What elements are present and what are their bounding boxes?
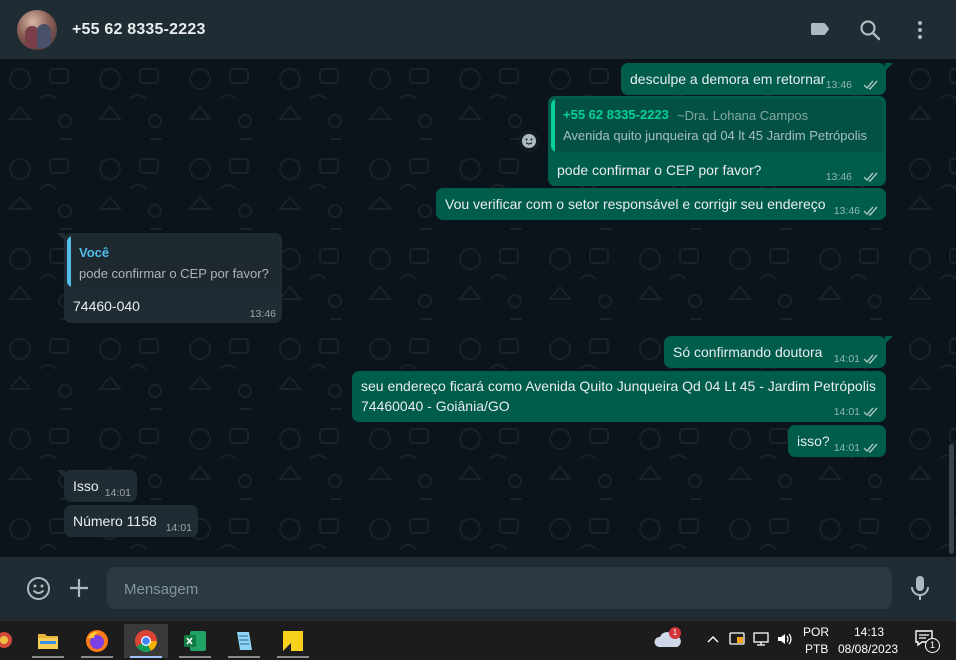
file-explorer-icon xyxy=(38,634,58,649)
language-primary[interactable]: POR xyxy=(803,625,829,639)
firefox-icon xyxy=(86,630,108,652)
notification-count: 1 xyxy=(925,638,940,653)
message-text: isso? xyxy=(797,433,830,449)
taskbar-sticky-notes[interactable] xyxy=(271,624,315,658)
quoted-author: +55 62 8335-2223 xyxy=(563,107,669,122)
message-text: pode confirmar o CEP por favor? xyxy=(557,162,762,178)
message-time: 13:46 xyxy=(825,171,852,183)
chrome-icon xyxy=(135,630,157,652)
message-time: 14:01 xyxy=(104,487,131,499)
composer-bar: Mensagem xyxy=(0,557,956,620)
message-bubble[interactable]: Isso 14:01 xyxy=(57,470,137,502)
clock-time[interactable]: 14:13 xyxy=(854,625,884,639)
message-bubble[interactable]: seu endereço ficará como Avenida Quito J… xyxy=(352,371,886,422)
windows-taskbar: 1 POR PTB 14:13 08/08/2023 1 xyxy=(0,620,956,660)
message-bubble[interactable]: +55 62 8335-2223 ~Dra. Lohana Campos Ave… xyxy=(548,96,886,186)
message-input[interactable]: Mensagem xyxy=(107,567,892,609)
message-text: Isso xyxy=(73,478,99,494)
message-text: Vou verificar com o setor responsável e … xyxy=(445,196,826,212)
tray-onedrive[interactable]: 1 xyxy=(654,627,684,653)
message-bubble[interactable]: Só confirmando doutora 14:01 xyxy=(664,336,893,368)
message-text-line-1: seu endereço ficará como Avenida Quito J… xyxy=(361,378,876,394)
partial-app-icon[interactable] xyxy=(0,629,14,651)
microphone-icon[interactable] xyxy=(910,575,930,601)
search-icon[interactable] xyxy=(858,18,882,42)
read-ticks-icon xyxy=(863,354,878,364)
read-ticks-icon xyxy=(863,443,878,453)
message-time: 14:01 xyxy=(165,522,192,534)
read-ticks-icon xyxy=(863,172,878,182)
quoted-pushname: ~Dra. Lohana Campos xyxy=(677,108,809,123)
excel-icon xyxy=(184,631,206,651)
contact-avatar[interactable] xyxy=(17,10,57,50)
smiley-icon xyxy=(522,134,536,148)
message-text: 74460-040 xyxy=(73,298,140,314)
reaction-emoji-button[interactable] xyxy=(518,130,540,152)
taskbar-firefox[interactable] xyxy=(75,624,119,658)
quoted-message[interactable]: Você pode confirmar o CEP por favor? xyxy=(67,236,279,287)
quoted-text: pode confirmar o CEP por favor? xyxy=(79,266,269,281)
contact-name[interactable]: +55 62 8335-2223 xyxy=(72,21,206,39)
read-ticks-icon xyxy=(863,407,878,417)
message-time: 13:46 xyxy=(825,79,852,91)
taskbar-excel[interactable] xyxy=(173,624,217,658)
message-bubble[interactable]: Vou verificar com o setor responsável e … xyxy=(436,188,886,220)
message-text: Número 1158 xyxy=(73,513,157,529)
network-icon[interactable] xyxy=(752,631,770,647)
message-text-line-2: 74460040 - Goiânia/GO xyxy=(361,398,510,414)
message-bubble[interactable]: Número 1158 14:01 xyxy=(64,505,198,537)
read-ticks-icon xyxy=(863,80,878,90)
more-vertical-icon[interactable] xyxy=(908,18,932,42)
volume-icon[interactable] xyxy=(776,631,794,647)
message-list[interactable]: desculpe a demora em retornar 13:46 +55 … xyxy=(0,59,956,557)
message-time: 13:46 xyxy=(249,308,276,320)
chat-header: +55 62 8335-2223 xyxy=(0,0,956,59)
chevron-up-icon[interactable] xyxy=(706,633,720,645)
clock-date[interactable]: 08/08/2023 xyxy=(838,642,898,656)
message-text: desculpe a demora em retornar xyxy=(630,71,826,87)
message-bubble[interactable]: desculpe a demora em retornar 13:46 xyxy=(621,63,893,95)
label-icon[interactable] xyxy=(808,18,832,42)
read-ticks-icon xyxy=(863,206,878,216)
quoted-message[interactable]: +55 62 8335-2223 ~Dra. Lohana Campos Ave… xyxy=(551,99,883,152)
message-bubble[interactable]: Você pode confirmar o CEP por favor? 744… xyxy=(57,233,282,323)
message-time: 14:01 xyxy=(833,353,860,365)
notification-center[interactable]: 1 xyxy=(914,629,940,653)
message-time: 13:46 xyxy=(833,205,860,217)
notepad-icon xyxy=(237,632,252,650)
plus-icon[interactable] xyxy=(68,577,90,599)
quoted-text: Avenida quito junqueira qd 04 lt 45 Jard… xyxy=(563,128,868,143)
taskbar-file-explorer[interactable] xyxy=(26,624,70,658)
message-text: Só confirmando doutora xyxy=(673,344,823,360)
device-tray-icon[interactable] xyxy=(728,631,746,647)
sticky-notes-icon xyxy=(283,631,303,651)
language-secondary[interactable]: PTB xyxy=(805,642,828,656)
message-time: 14:01 xyxy=(833,406,860,418)
taskbar-chrome[interactable] xyxy=(124,624,168,658)
message-time: 14:01 xyxy=(833,442,860,454)
cloud-badge: 1 xyxy=(669,627,681,639)
message-input-placeholder: Mensagem xyxy=(124,581,199,598)
chat-scrollbar[interactable] xyxy=(949,444,954,554)
taskbar-notepad[interactable] xyxy=(222,624,266,658)
quoted-author: Você xyxy=(79,245,110,260)
emoji-icon[interactable] xyxy=(26,576,51,601)
message-bubble[interactable]: isso? 14:01 xyxy=(788,425,886,457)
